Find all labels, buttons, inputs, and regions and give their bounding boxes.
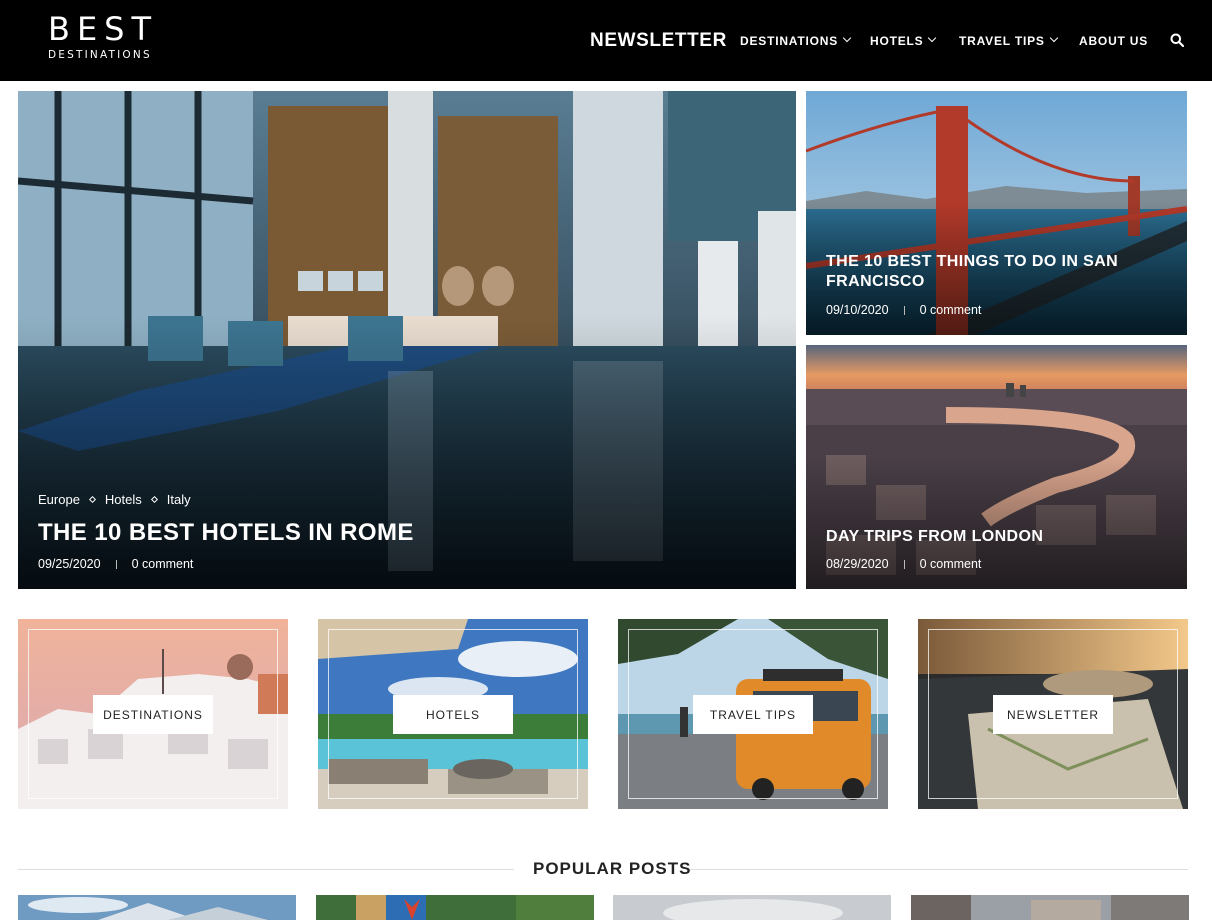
post-categories: Europe Hotels Italy [38, 492, 191, 507]
chevron-down-icon [928, 33, 937, 42]
site-header: BEST DESTINATIONS NEWSLETTER DESTINATION… [0, 0, 1212, 81]
post-comments[interactable]: 0 comment [920, 303, 982, 317]
nav-item-destinations[interactable]: DESTINATIONS [740, 0, 852, 81]
site-logo[interactable]: BEST DESTINATIONS [48, 12, 160, 62]
popular-post-thumbnail[interactable] [911, 895, 1189, 920]
category-tile-newsletter[interactable]: NEWSLETTER [918, 619, 1188, 809]
meta-divider [903, 305, 905, 315]
logo-sub-text: DESTINATIONS [48, 49, 152, 61]
post-meta: 09/10/2020 0 comment [826, 303, 981, 317]
meta-divider [903, 559, 905, 569]
popular-post-thumbnail[interactable] [316, 895, 594, 920]
popular-posts-heading: POPULAR POSTS [533, 859, 692, 878]
featured-post-side[interactable]: THE 10 BEST THINGS TO DO IN SAN FRANCISC… [806, 91, 1187, 335]
category-tile-travel-tips[interactable]: TRAVEL TIPS [618, 619, 888, 809]
market-image [316, 895, 594, 920]
section-divider-left [18, 869, 514, 870]
category-link[interactable]: Italy [167, 492, 191, 507]
category-link[interactable]: Europe [38, 492, 80, 507]
diamond-separator-icon [88, 495, 96, 504]
post-meta: 08/29/2020 0 comment [826, 557, 981, 571]
featured-post-side[interactable]: DAY TRIPS FROM LONDON 08/29/2020 0 comme… [806, 345, 1187, 589]
nav-item-hotels[interactable]: HOTELS [870, 0, 937, 81]
category-label[interactable]: DESTINATIONS [93, 695, 213, 734]
nav-item-about-us[interactable]: ABOUT US [1079, 0, 1148, 81]
post-date: 09/10/2020 [826, 303, 889, 317]
sky-image [613, 895, 891, 920]
post-date: 08/29/2020 [826, 557, 889, 571]
search-icon[interactable] [1170, 33, 1184, 47]
category-label[interactable]: TRAVEL TIPS [693, 695, 813, 734]
popular-post-thumbnail[interactable] [613, 895, 891, 920]
logo-main-text: BEST [48, 10, 159, 48]
category-link[interactable]: Hotels [105, 492, 142, 507]
nav-item-label: TRAVEL TIPS [959, 33, 1045, 48]
nav-item-label: DESTINATIONS [740, 33, 839, 48]
post-meta: 09/25/2020 0 comment [38, 557, 193, 571]
section-divider-right [690, 869, 1188, 870]
post-comments[interactable]: 0 comment [920, 557, 982, 571]
featured-post-main[interactable]: Europe Hotels Italy THE 10 BEST HOTELS I… [18, 91, 796, 589]
post-title[interactable]: DAY TRIPS FROM LONDON [826, 527, 1126, 547]
image-overlay [18, 315, 796, 589]
chevron-down-icon [842, 33, 852, 42]
mountain-image [18, 895, 296, 920]
nav-newsletter-link[interactable]: NEWSLETTER [590, 0, 727, 81]
nav-item-label: ABOUT US [1079, 33, 1149, 48]
category-tile-hotels[interactable]: HOTELS [318, 619, 588, 809]
city-street-image [911, 895, 1189, 920]
post-comments[interactable]: 0 comment [132, 557, 194, 571]
category-label[interactable]: HOTELS [393, 695, 513, 734]
post-date: 09/25/2020 [38, 557, 101, 571]
meta-divider [115, 559, 117, 569]
category-tile-destinations[interactable]: DESTINATIONS [18, 619, 288, 809]
post-title[interactable]: THE 10 BEST THINGS TO DO IN SAN FRANCISC… [826, 252, 1126, 292]
category-label[interactable]: NEWSLETTER [993, 695, 1113, 734]
popular-post-thumbnail[interactable] [18, 895, 296, 920]
diamond-separator-icon [150, 495, 158, 504]
chevron-down-icon [1049, 33, 1058, 42]
nav-item-label: HOTELS [870, 33, 924, 48]
nav-item-travel-tips[interactable]: TRAVEL TIPS [959, 0, 1058, 81]
post-title[interactable]: THE 10 BEST HOTELS IN ROME [38, 519, 414, 547]
